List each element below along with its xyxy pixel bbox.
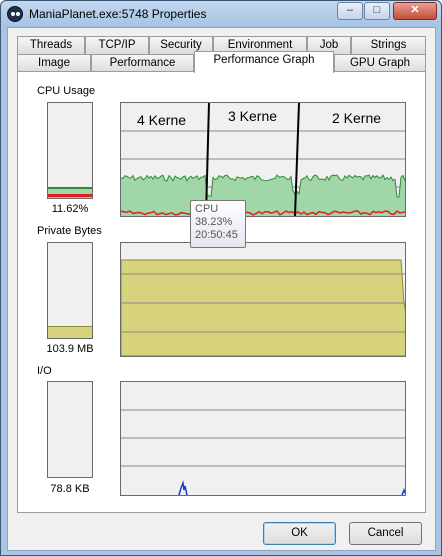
cpu-meter-bars [48, 187, 92, 198]
cancel-button[interactable]: Cancel [349, 522, 422, 545]
cpu-usage-meter [47, 102, 93, 199]
io-label: I/O [37, 365, 52, 377]
tab-image[interactable]: Image [17, 54, 91, 72]
io-meter [47, 381, 93, 478]
cpu-meter-kernel [48, 194, 92, 197]
cpu-meter-line [48, 187, 92, 189]
tab-strings[interactable]: Strings [351, 36, 426, 54]
tooltip-title: CPU [195, 203, 219, 215]
cpu-usage-value: 11.62% [51, 203, 89, 215]
title-bar[interactable]: ManiaPlanet.exe:5748 Properties – □ ✕ [1, 1, 441, 27]
io-value: 78.8 KB [50, 483, 90, 495]
private-bytes-graph-svg [121, 259, 405, 356]
io-graph [120, 381, 406, 496]
cpu-area [121, 175, 405, 216]
io-spike [178, 480, 188, 495]
properties-window: ManiaPlanet.exe:5748 Properties – □ ✕ Th… [0, 0, 442, 556]
tab-performance[interactable]: Performance [91, 54, 194, 72]
private-bytes-meter-fill [48, 326, 92, 338]
private-bytes-meter-line [48, 326, 92, 327]
tooltip-time: 20:50:45 [195, 229, 238, 241]
annotation-2-kerne: 2 Kerne [332, 110, 381, 126]
close-button[interactable]: ✕ [393, 2, 437, 20]
tab-gpu-graph[interactable]: GPU Graph [334, 54, 426, 72]
private-bytes-meter [47, 242, 93, 339]
tooltip-value: 38.23% [195, 216, 233, 228]
cpu-usage-label: CPU Usage [37, 85, 96, 97]
io-graph-svg [121, 409, 405, 495]
maximize-button[interactable]: □ [364, 2, 390, 20]
minimize-button[interactable]: – [337, 2, 363, 20]
annotation-3-kerne: 3 Kerne [228, 108, 277, 124]
private-bytes-label: Private Bytes [37, 225, 102, 237]
ok-button[interactable]: OK [263, 522, 336, 545]
private-bytes-value: 103.9 MB [46, 343, 94, 355]
tab-tcpip[interactable]: TCP/IP [85, 36, 149, 54]
cpu-tooltip: CPU 38.23% 20:50:45 [190, 200, 246, 248]
app-icon [7, 6, 23, 22]
private-bytes-meter-bars [48, 326, 92, 338]
tab-threads[interactable]: Threads [17, 36, 85, 54]
tab-performance-graph[interactable]: Performance Graph [194, 51, 334, 73]
private-bytes-graph [120, 242, 406, 357]
cpu-usage-graph: 4 Kerne 3 Kerne 2 Kerne [120, 102, 406, 217]
io-spike [401, 487, 405, 495]
annotation-4-kerne: 4 Kerne [137, 112, 186, 128]
cpu-graph-svg: 4 Kerne 3 Kerne 2 Kerne [121, 103, 405, 216]
window-title: ManiaPlanet.exe:5748 Properties [29, 7, 207, 21]
